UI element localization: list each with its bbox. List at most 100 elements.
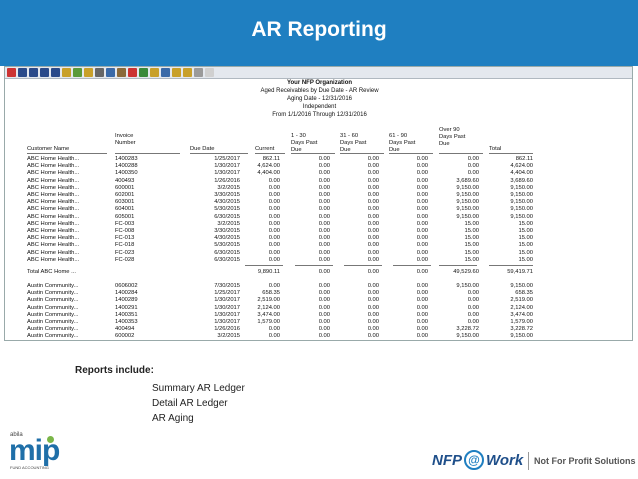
cell-due-date: 1/30/2017 [214, 319, 240, 325]
prev-page-icon[interactable] [18, 68, 27, 77]
cell-invoice: FC-008 [115, 228, 135, 234]
subtotal-rule [393, 265, 431, 266]
cell-61-90: 0.00 [416, 269, 428, 275]
header-rule [27, 153, 107, 154]
page-setup-icon[interactable] [117, 68, 126, 77]
header-rule [340, 153, 384, 154]
cell-customer: Austin Community... [27, 304, 79, 311]
cell-total: 9,150.00 [510, 199, 533, 206]
stop-icon[interactable] [128, 68, 137, 77]
cell-invoice: 1400291 [115, 304, 138, 311]
refresh-icon[interactable] [139, 68, 148, 77]
cell-1-30: 0.00 [318, 249, 330, 256]
cell-customer: ABC Home Health... [27, 220, 80, 227]
header-rule [190, 153, 248, 154]
help-icon[interactable] [194, 68, 203, 77]
cell-31-60: 0.00 [367, 290, 379, 297]
cell-31-60: 0.00 [367, 297, 379, 304]
cell-due-date: 1/25/2017 [214, 290, 240, 297]
print-icon[interactable] [95, 68, 104, 77]
cell-over-90: 15.00 [464, 249, 479, 256]
logo-at-icon: @ [464, 450, 484, 470]
cell-current: 9,890.11 [257, 269, 280, 275]
dropdown-icon[interactable] [205, 68, 214, 77]
list-item: Summary AR Ledger [152, 383, 245, 394]
cell-due-date: 5/30/2015 [214, 206, 240, 213]
cell-invoice: FC-018 [115, 242, 135, 249]
table-row: ABC Home Health... FC-028 6/30/2015 0.00 0.0… [5, 256, 632, 264]
email-icon[interactable] [183, 68, 192, 77]
cell-current: 3,474.00 [257, 311, 280, 318]
cell-61-90: 0.00 [416, 228, 428, 234]
nfp-at-work-logo: NFP @ Work Not For Profit Solutions [432, 450, 638, 472]
save-icon[interactable] [84, 68, 93, 77]
cell-total: 862.11 [515, 156, 533, 162]
cell-current: 2,124.00 [257, 304, 280, 311]
cell-31-60: 0.00 [367, 220, 379, 227]
print-preview-icon[interactable] [106, 68, 115, 77]
table-row: ABC Home Health... 600001 3/2/2015 0.00 0.00… [5, 184, 632, 192]
subtotal-rule [489, 265, 533, 266]
cell-61-90: 0.00 [416, 304, 428, 311]
cell-over-90: 0.00 [467, 156, 479, 162]
cell-61-90: 0.00 [416, 333, 428, 340]
report-range: From 1/1/2016 Through 12/31/2016 [272, 112, 367, 118]
cell-1-30: 0.00 [318, 163, 330, 170]
table-row: Austin Community... 1400289 1/30/2017 2,519… [5, 297, 632, 304]
header-rule [255, 153, 285, 154]
cell-1-30: 0.00 [318, 228, 330, 234]
cell-invoice: FC-013 [115, 235, 135, 242]
export-icon[interactable] [62, 68, 71, 77]
cell-current: 862.11 [262, 156, 280, 162]
cell-over-90: 9,150.00 [456, 184, 479, 191]
cell-total: 15.00 [518, 235, 533, 242]
cell-over-90: 9,150.00 [456, 283, 479, 289]
cell-current: 658.35 [262, 290, 280, 297]
cell-61-90: 0.00 [416, 220, 428, 227]
table-row: Austin Community... 1400353 1/30/2017 1,579… [5, 319, 632, 326]
cell-over-90: 0.00 [467, 290, 479, 297]
cell-current: 0.00 [268, 283, 280, 289]
cell-1-30: 0.00 [318, 297, 330, 304]
find-icon[interactable] [150, 68, 159, 77]
cell-total: 15.00 [518, 256, 533, 263]
folder-icon[interactable] [172, 68, 181, 77]
cell-total: 3,228.72 [510, 326, 533, 333]
cell-61-90: 0.00 [416, 256, 428, 263]
report-subtitle: Aged Receivables by Due Date - AR Review [260, 88, 379, 94]
cell-61-90: 0.00 [416, 170, 428, 177]
cell-31-60: 0.00 [367, 256, 379, 263]
cell-31-60: 0.00 [367, 304, 379, 311]
cell-due-date: 1/30/2017 [214, 304, 240, 311]
cell-invoice: 600001 [115, 184, 135, 191]
cell-61-90: 0.00 [416, 192, 428, 198]
cell-1-30: 0.00 [318, 269, 330, 275]
table-row: ABC Home Health... FC-023 6/30/2015 0.00 0.0… [5, 249, 632, 257]
cell-invoice: 603001 [115, 199, 135, 206]
cell-total: 2,124.00 [510, 304, 533, 311]
header-rule [291, 153, 335, 154]
cell-over-90: 0.00 [467, 319, 479, 325]
cell-customer: ABC Home Health... [27, 213, 80, 220]
cell-due-date: 6/30/2015 [214, 249, 240, 256]
cell-1-30: 0.00 [318, 242, 330, 249]
table-row: Austin Community... 600002 3/2/2015 0.00 0.0… [5, 333, 632, 340]
col-header-total: Total [489, 146, 502, 152]
next-page-icon[interactable] [29, 68, 38, 77]
cell-customer: Austin Community... [27, 319, 79, 325]
zoom-icon[interactable] [161, 68, 170, 77]
cell-current: 0.00 [268, 326, 280, 333]
reports-list: Reports include: Summary AR Ledger Detai… [75, 365, 245, 426]
reports-list-lead: Reports include: [75, 365, 154, 376]
cell-total: 9,150.00 [510, 206, 533, 213]
cell-31-60: 0.00 [367, 311, 379, 318]
go-to-page-icon[interactable] [51, 68, 60, 77]
cell-current: 1,579.00 [257, 319, 280, 325]
cell-61-90: 0.00 [416, 235, 428, 242]
last-page-icon[interactable] [40, 68, 49, 77]
table-row: ABC Home Health... 602001 3/30/2015 0.00 0.0… [5, 192, 632, 199]
header-rule [489, 153, 533, 154]
cell-61-90: 0.00 [416, 213, 428, 220]
export-excel-icon[interactable] [73, 68, 82, 77]
first-page-icon[interactable] [7, 68, 16, 77]
